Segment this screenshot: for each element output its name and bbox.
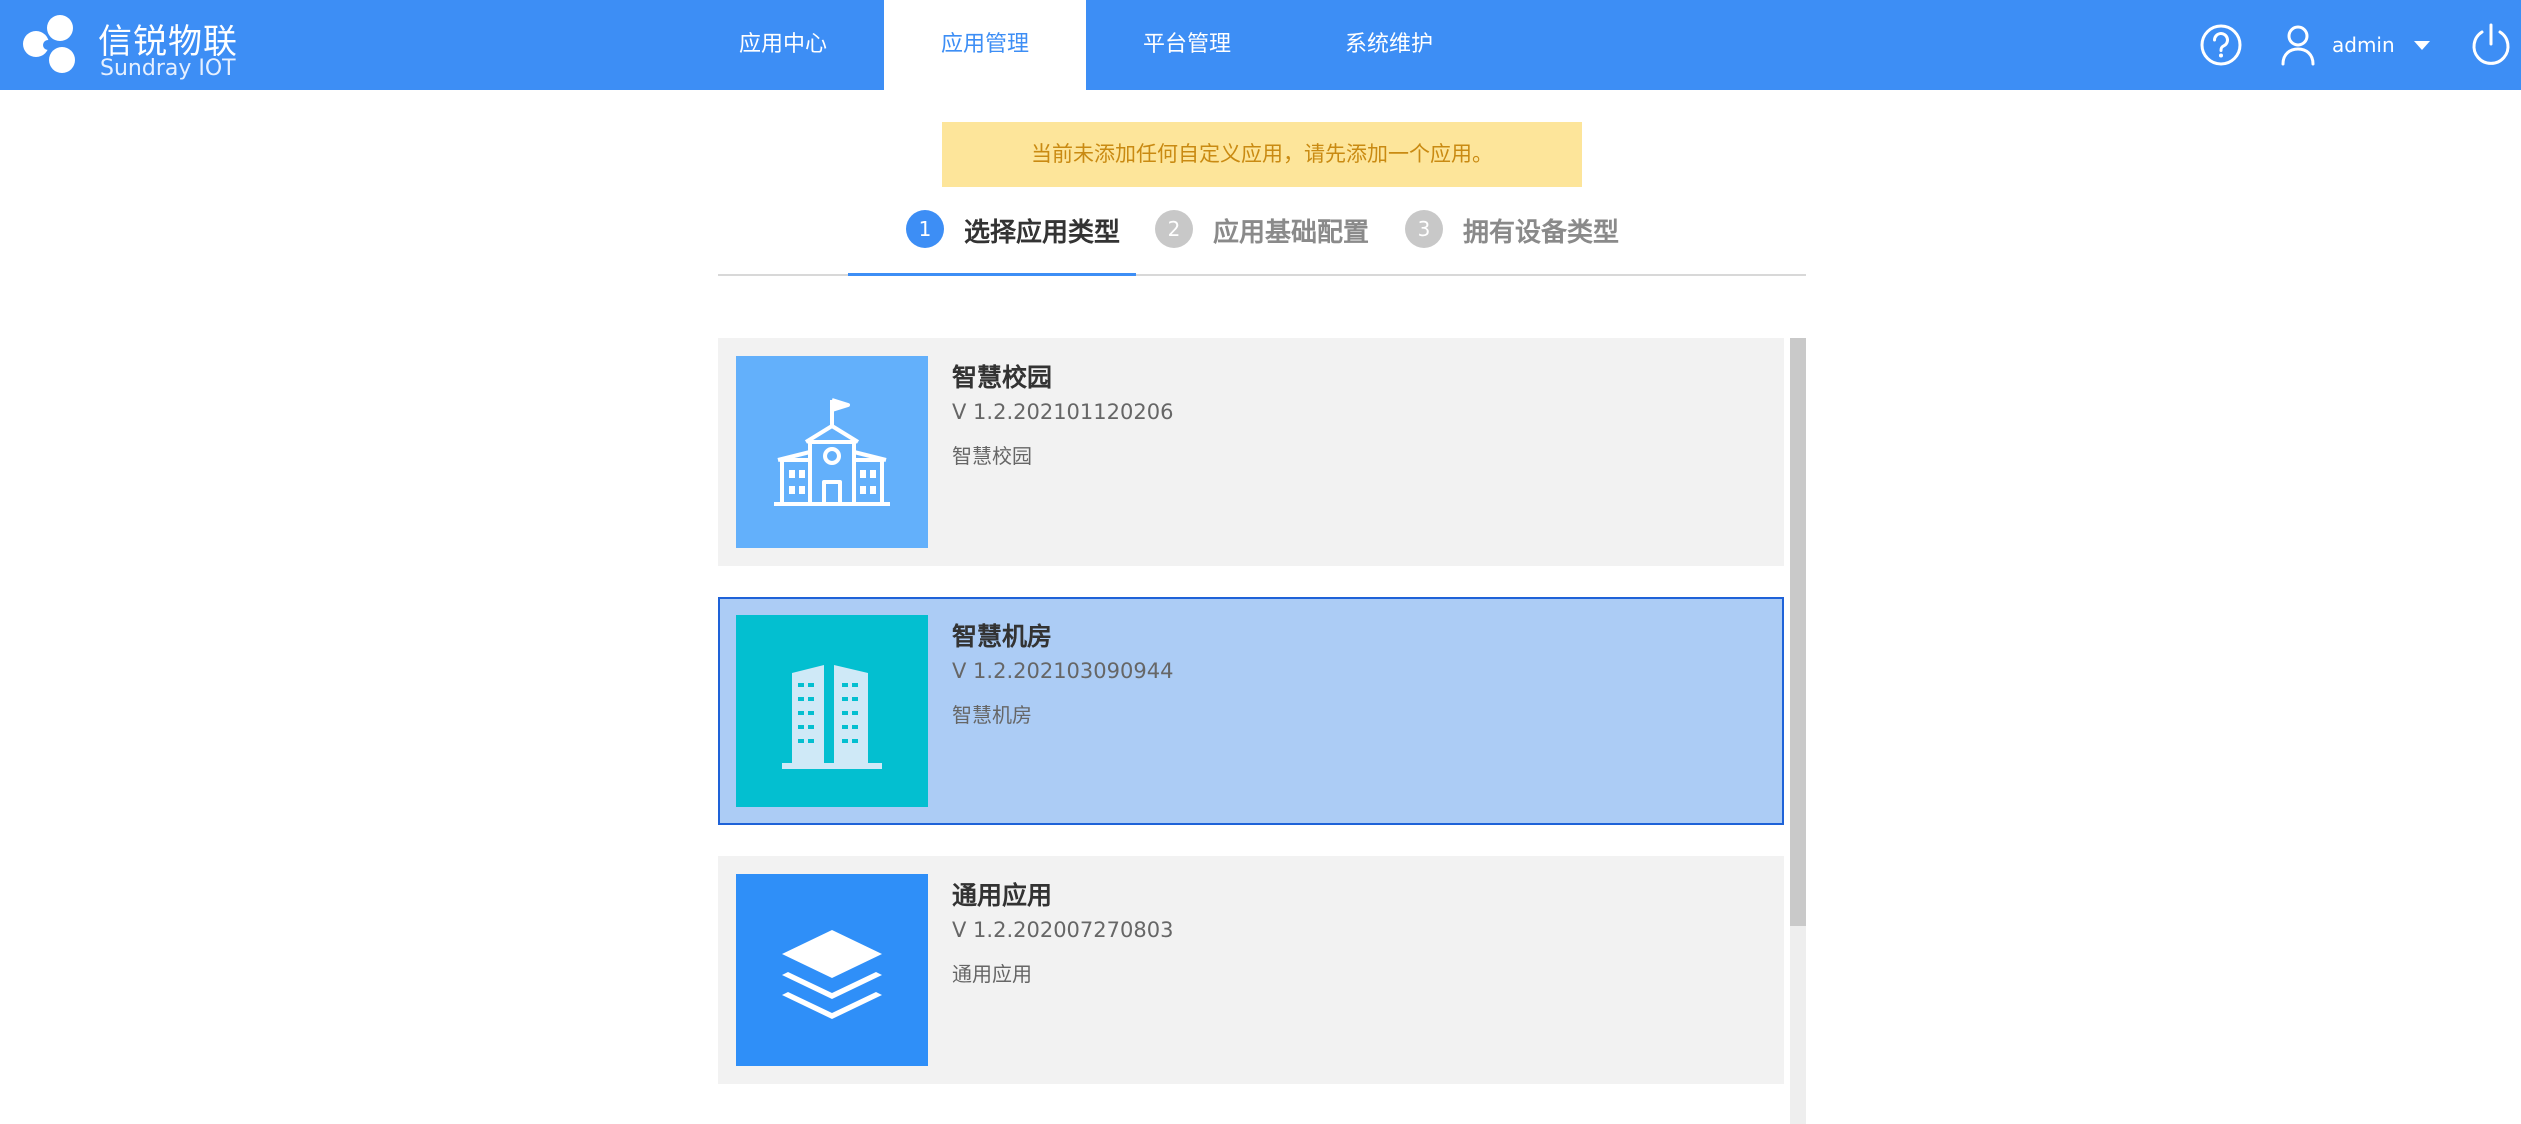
layers-icon: [736, 874, 928, 1066]
step-label: 拥有设备类型: [1463, 218, 1620, 248]
step-number: 1: [906, 210, 944, 248]
notice-banner: 当前未添加任何自定义应用，请先添加一个应用。: [942, 122, 1582, 187]
nav-system-maintenance[interactable]: 系统维护: [1288, 0, 1490, 90]
caret-down-icon[interactable]: [2414, 41, 2430, 50]
app-card-smart-campus[interactable]: 智慧校园 V 1.2.202101120206 智慧校园: [718, 338, 1784, 566]
step-number: 3: [1405, 210, 1443, 248]
help-icon[interactable]: [2198, 22, 2244, 68]
app-name: 智慧校园: [952, 363, 1053, 392]
app-card-smart-server-room[interactable]: 智慧机房 V 1.2.202103090944 智慧机房: [718, 597, 1784, 825]
app-description: 智慧机房: [952, 703, 1032, 727]
app-description: 智慧校园: [952, 444, 1032, 468]
step-label: 应用基础配置: [1213, 218, 1370, 248]
nav-app-center[interactable]: 应用中心: [682, 0, 884, 90]
brand-logo[interactable]: 信锐物联 Sundray IOT: [18, 10, 248, 81]
steps-active-indicator: [848, 273, 1136, 276]
app-description: 通用应用: [952, 962, 1032, 986]
username-label[interactable]: admin: [2332, 0, 2395, 90]
power-icon[interactable]: [2468, 22, 2514, 68]
app-name: 通用应用: [952, 881, 1053, 910]
nav-app-management[interactable]: 应用管理: [884, 0, 1086, 90]
app-type-list[interactable]: 智慧校园 V 1.2.202101120206 智慧校园 智慧机房 V 1.2.…: [718, 338, 1808, 1124]
app-version: V 1.2.202007270803: [952, 918, 1174, 942]
app-name: 智慧机房: [952, 622, 1053, 651]
step-progress: 1 选择应用类型 2 应用基础配置 3 拥有设备类型: [718, 200, 1806, 280]
step-label: 选择应用类型: [964, 218, 1121, 248]
school-icon: [736, 356, 928, 548]
user-icon[interactable]: [2275, 22, 2321, 68]
nav-platform-management[interactable]: 平台管理: [1086, 0, 1288, 90]
scrollbar-thumb[interactable]: [1790, 338, 1806, 926]
brand-name-en: Sundray IOT: [100, 56, 236, 81]
top-header: 信锐物联 Sundray IOT 应用中心 应用管理 平台管理 系统维护 adm…: [0, 0, 2521, 90]
app-version: V 1.2.202103090944: [952, 659, 1174, 683]
app-version: V 1.2.202101120206: [952, 400, 1174, 424]
list-scrollbar[interactable]: [1790, 338, 1806, 1124]
buildings-icon: [736, 615, 928, 807]
step-number: 2: [1155, 210, 1193, 248]
logo-icon: [23, 15, 75, 73]
app-card-general-app[interactable]: 通用应用 V 1.2.202007270803 通用应用: [718, 856, 1784, 1084]
